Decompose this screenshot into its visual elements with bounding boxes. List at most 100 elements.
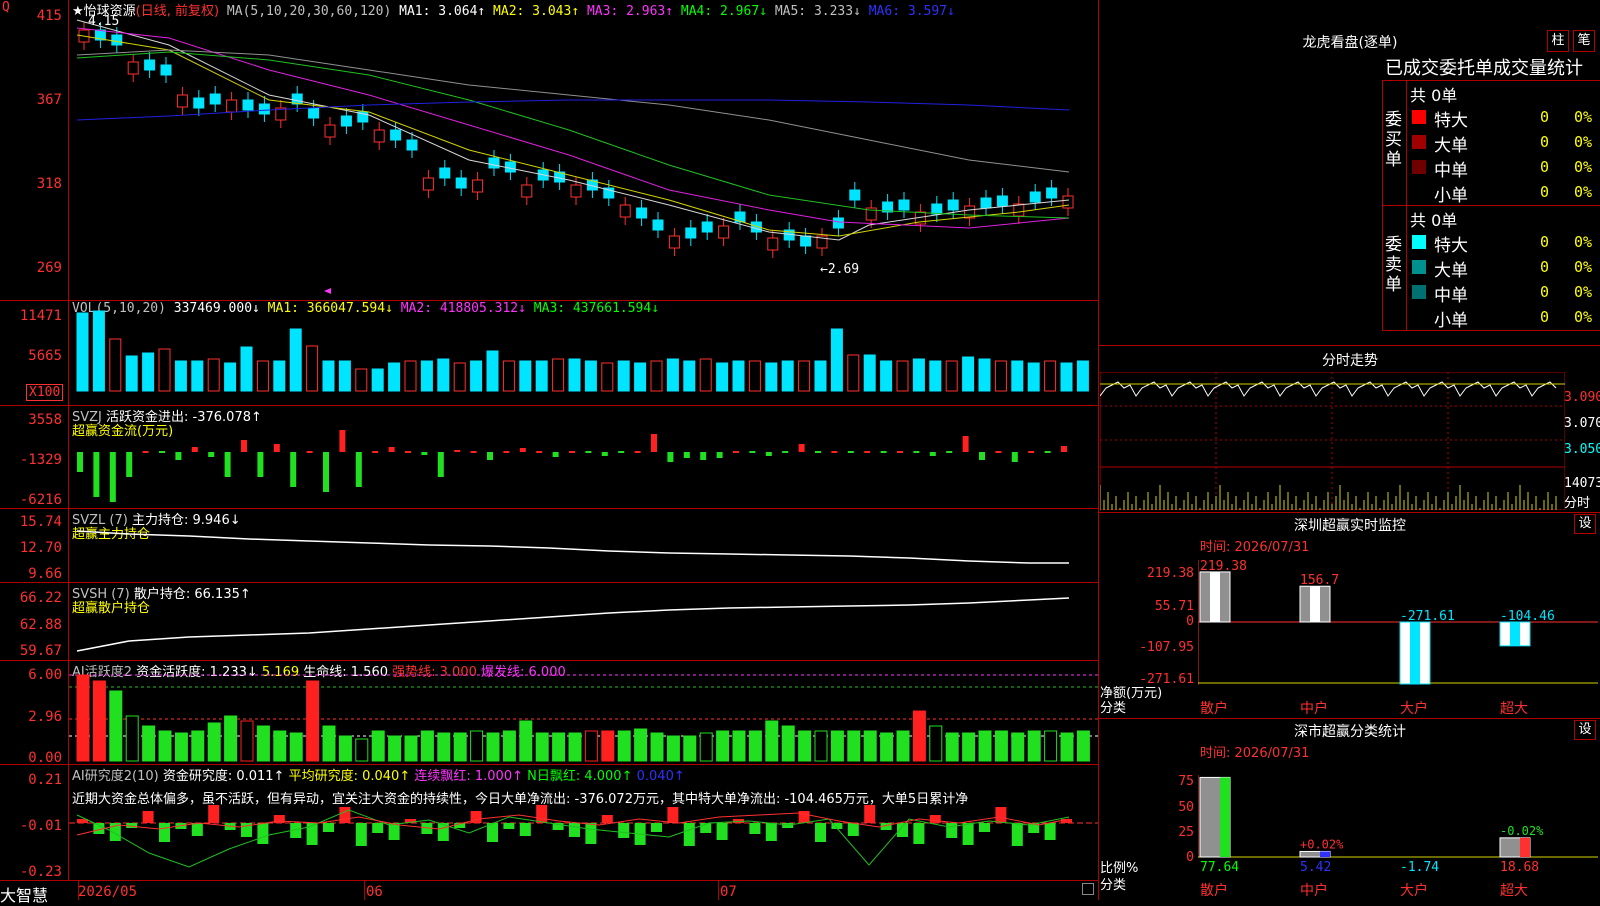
svzl-chart[interactable]: [69, 509, 1098, 582]
low-annotation: ←2.69: [820, 262, 860, 277]
candle-body: [668, 235, 680, 249]
ai1-bar: [470, 730, 484, 762]
ai2-bar: [323, 823, 334, 832]
volume-chart[interactable]: [69, 301, 1098, 405]
ai1-bar: [158, 730, 172, 762]
candle-body: [226, 99, 238, 113]
ai1-bar: [994, 730, 1008, 762]
ai2-bar: [897, 823, 908, 837]
sz-stats-value: 5.42: [1300, 860, 1332, 875]
volume-bar: [92, 310, 105, 392]
sz-monitor-category: 中户: [1300, 701, 1328, 717]
ai1-bar: [125, 715, 139, 762]
svsh-chart[interactable]: [69, 583, 1098, 660]
sz-monitor-title: 深圳超赢实时监控: [1294, 518, 1406, 534]
ai1-bar: [847, 730, 861, 762]
ai2-chart[interactable]: [69, 805, 1098, 880]
candle-body: [718, 225, 730, 239]
volume-bar: [863, 354, 876, 392]
candle-body: [619, 204, 631, 218]
ai1-bar: [92, 680, 106, 762]
ai1-bar: [420, 730, 434, 762]
order-pct: 0%: [1574, 283, 1593, 301]
order-type-label: 大单: [1434, 136, 1468, 156]
ai2-bar: [683, 823, 695, 846]
ai2-axis-tick: 0.21: [28, 772, 62, 788]
ai1-bar: [109, 690, 123, 762]
svzj-bar: [995, 451, 1002, 453]
order-pct: 0%: [1574, 308, 1593, 326]
candle-body: [111, 34, 123, 46]
candle-body: [849, 189, 861, 201]
svzj-bar: [716, 452, 723, 458]
sz-monitor-chart[interactable]: 219.38 156.7 -271.61 -104.46: [1198, 560, 1598, 710]
svzj-bar: [897, 451, 903, 453]
svzl-axis-tick: 9.66: [28, 566, 62, 582]
svzj-axis-tick: 3558: [28, 412, 62, 428]
svzj-chart[interactable]: [69, 406, 1098, 508]
ai1-bar: [929, 725, 943, 762]
cursor-marker: [324, 288, 331, 294]
volume-bar: [830, 328, 843, 392]
ai1-bars: [76, 674, 1090, 762]
volume-bar: [142, 352, 155, 392]
sz-monitor-category: 大户: [1400, 701, 1428, 717]
volume-bar: [699, 358, 712, 392]
ai1-bar: [1076, 730, 1090, 762]
tick-mode-button[interactable]: 笔: [1573, 30, 1595, 52]
ai2-bar: [159, 823, 170, 842]
candle-body: [439, 167, 451, 179]
candle-body: [832, 217, 844, 229]
volume-bar: [732, 360, 745, 392]
ai2-bar: [962, 823, 974, 845]
ai1-axis-tick: 0.00: [28, 750, 62, 766]
order-type-label: 特大: [1434, 236, 1468, 256]
candle-body: [701, 221, 713, 233]
volume-bars: [76, 310, 1089, 392]
svzj-bar: [454, 450, 461, 452]
ai1-bar: [1027, 730, 1041, 762]
volume-bar: [880, 360, 893, 392]
order-count: 0: [1540, 108, 1550, 126]
svzj-bar: [667, 452, 674, 462]
ai2-bar: [864, 805, 876, 823]
order-type-label: 小单: [1434, 186, 1468, 206]
candle-body: [980, 197, 992, 209]
volume-bar: [355, 368, 368, 392]
intraday-chart[interactable]: [1100, 372, 1565, 510]
ai1-chart[interactable]: [69, 661, 1098, 764]
svsh-axis-tick: 59.67: [19, 643, 62, 659]
ai1-bar: [552, 732, 566, 762]
lock-icon[interactable]: [1082, 883, 1094, 895]
ai2-bar: [372, 823, 384, 833]
volume-bar: [617, 360, 630, 392]
ai2-bar: [503, 823, 515, 829]
volume-bar: [502, 360, 515, 392]
volume-bar: [814, 360, 827, 392]
candle-body: [373, 129, 385, 143]
order-type-swatch: [1412, 160, 1426, 174]
buy-total: 共 0单: [1410, 86, 1458, 105]
svzj-bar: [683, 452, 690, 458]
volume-bar: [322, 360, 335, 392]
sz-stats-settings-button[interactable]: 设: [1574, 720, 1596, 740]
candle-body: [340, 115, 352, 127]
svzj-bar: [208, 452, 215, 457]
sz-monitor-settings-button[interactable]: 设: [1574, 514, 1596, 534]
svzj-bar: [946, 451, 953, 453]
sz-monitor-bar-highlight: [1310, 586, 1320, 622]
svzj-bar: [241, 440, 247, 452]
volume-bar: [781, 360, 794, 392]
svzj-bar: [569, 451, 575, 453]
sz-stats-axis-tick: 0: [1186, 850, 1194, 865]
bar-mode-button[interactable]: 柱: [1547, 30, 1569, 52]
intraday-title: 分时走势: [1322, 353, 1378, 369]
candlestick-chart[interactable]: [69, 0, 1098, 300]
ai1-bar: [338, 735, 352, 762]
candle-body: [488, 157, 500, 169]
svzj-bar: [306, 451, 313, 453]
svzj-bar: [585, 451, 592, 453]
order-count: 0: [1540, 158, 1550, 176]
svzj-bar: [815, 451, 821, 453]
svzj-bar: [257, 452, 264, 477]
